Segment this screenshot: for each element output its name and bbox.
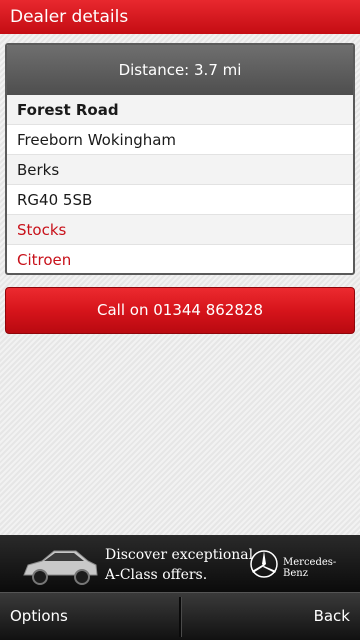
address-line-3: Berks (7, 155, 353, 185)
ad-line-1: Discover exceptional (105, 547, 254, 563)
softkey-divider (179, 597, 182, 637)
address-line-1: Forest Road (7, 95, 353, 125)
address-line-2: Freeborn Wokingham (7, 125, 353, 155)
brand-link[interactable]: Citroen (7, 245, 353, 273)
mercedes-star-icon (250, 550, 278, 578)
ad-text: Discover exceptional A-Class offers. (105, 545, 253, 585)
postcode: RG40 5SB (7, 185, 353, 215)
page-title: Dealer details (10, 7, 129, 27)
dealer-card: Distance: 3.7 mi Forest Road Freeborn Wo… (5, 43, 355, 275)
call-button[interactable]: Call on 01344 862828 (5, 287, 355, 334)
options-softkey[interactable]: Options (10, 593, 68, 639)
ad-line-2: A-Class offers. (105, 567, 208, 583)
back-softkey[interactable]: Back (314, 593, 350, 639)
ad-brand: Mercedes-Benz (283, 557, 337, 579)
car-image (23, 550, 98, 585)
softkey-bar: Options Back (0, 592, 360, 640)
ad-banner[interactable]: Discover exceptional A-Class offers. Mer… (0, 535, 360, 592)
stocks-link[interactable]: Stocks (7, 215, 353, 245)
title-bar: Dealer details (0, 0, 360, 34)
distance-header: Distance: 3.7 mi (7, 45, 353, 95)
